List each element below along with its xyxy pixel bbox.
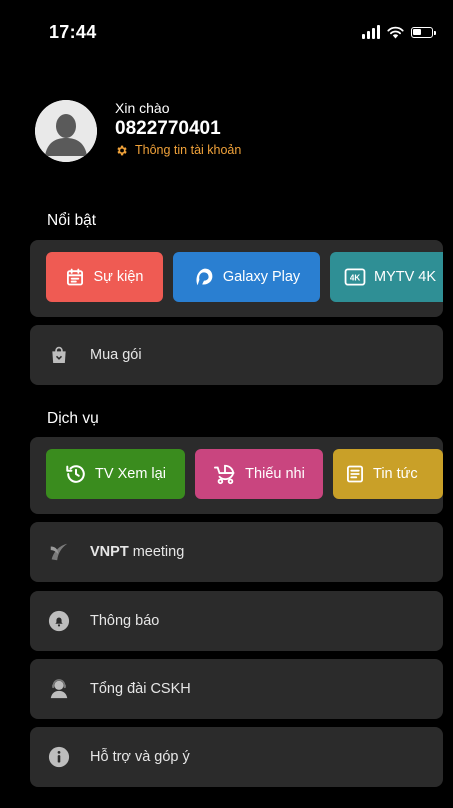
customer-support-label: Tổng đài CSKH xyxy=(90,681,191,697)
gear-icon xyxy=(117,145,127,155)
vnpt-meeting-label: VNPT meeting xyxy=(90,544,184,560)
pill-kids-label: Thiếu nhi xyxy=(245,466,305,482)
vnpt-meeting-label-bold: VNPT xyxy=(90,544,129,560)
account-info-label: Thông tin tài khoản xyxy=(135,143,242,157)
greeting-text: Xin chào xyxy=(115,100,170,116)
wifi-icon xyxy=(387,26,404,38)
phone-number: 0822770401 xyxy=(115,118,221,139)
profile-header: Xin chào 0822770401 Thông tin tài khoản xyxy=(35,100,435,170)
newspaper-icon xyxy=(347,465,363,483)
status-time: 17:44 xyxy=(49,22,97,42)
section-title-featured: Nổi bật xyxy=(47,212,97,229)
help-feedback-label: Hỗ trợ và góp ý xyxy=(90,749,190,765)
menu-item-help-feedback[interactable]: Hỗ trợ và góp ý xyxy=(30,727,443,787)
galaxy-play-logo-icon xyxy=(196,268,213,286)
menu-item-vnpt-meeting[interactable]: VNPT meeting xyxy=(30,522,443,582)
services-carousel[interactable]: TV Xem lại Thiếu nhi Tin tức xyxy=(30,437,443,514)
customer-support-icon xyxy=(48,678,70,700)
user-avatar-icon xyxy=(35,100,97,162)
vnpt-logo-icon xyxy=(48,541,70,563)
menu-item-notifications[interactable]: Thông báo xyxy=(30,591,443,651)
buy-package-label: Mua gói xyxy=(90,347,142,363)
pill-kids[interactable]: Thiếu nhi xyxy=(195,449,323,499)
signal-icon xyxy=(362,25,380,39)
battery-icon xyxy=(411,26,436,38)
pill-news-label: Tin tức xyxy=(373,466,418,482)
vnpt-meeting-label-rest: meeting xyxy=(128,544,185,560)
shopping-bag-icon xyxy=(48,344,70,366)
pill-events-label: Sự kiện xyxy=(93,269,144,285)
history-clock-icon xyxy=(66,465,85,483)
pill-news[interactable]: Tin tức xyxy=(333,449,443,499)
notifications-label: Thông báo xyxy=(90,613,160,629)
section-title-services: Dịch vụ xyxy=(47,410,99,427)
pill-tv-catchup-label: TV Xem lại xyxy=(95,466,166,482)
menu-item-customer-support[interactable]: Tổng đài CSKH xyxy=(30,659,443,719)
account-info-link[interactable]: Thông tin tài khoản xyxy=(115,143,241,157)
status-icons xyxy=(362,23,436,41)
4k-icon: 4K xyxy=(344,268,366,286)
svg-text:4K: 4K xyxy=(350,274,360,283)
pill-events[interactable]: Sự kiện xyxy=(46,252,163,302)
baby-stroller-icon xyxy=(214,464,235,485)
pill-tv-catchup[interactable]: TV Xem lại xyxy=(46,449,185,499)
info-icon xyxy=(48,746,70,768)
pill-galaxy-play-label: Galaxy Play xyxy=(222,269,301,285)
calendar-icon xyxy=(67,268,84,286)
featured-carousel[interactable]: Sự kiện Galaxy Play 4K MYTV 4K xyxy=(30,240,443,317)
pill-galaxy-play[interactable]: Galaxy Play xyxy=(173,252,320,302)
pill-mytv-4k-label: MYTV 4K xyxy=(374,269,437,285)
avatar[interactable] xyxy=(35,100,97,162)
bell-icon xyxy=(48,610,70,632)
status-bar: 17:44 xyxy=(0,0,453,60)
pill-mytv-4k[interactable]: 4K MYTV 4K xyxy=(330,252,443,302)
buy-package-item[interactable]: Mua gói xyxy=(30,325,443,385)
